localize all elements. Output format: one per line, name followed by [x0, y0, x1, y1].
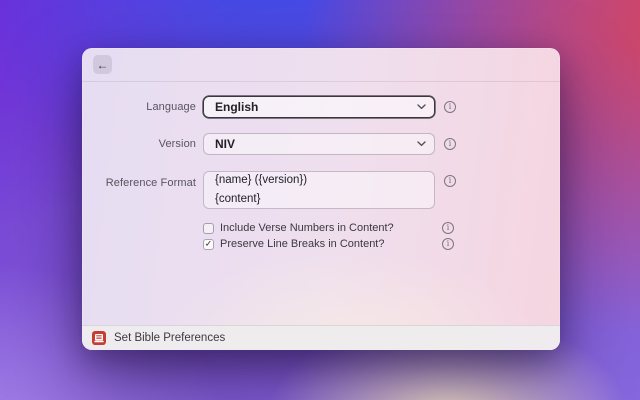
checkmark-icon: ✓: [204, 238, 213, 248]
info-icon[interactable]: i: [444, 138, 456, 150]
reference-format-label: Reference Format: [105, 177, 196, 189]
include-verse-numbers-label: Include Verse Numbers in Content?: [220, 222, 394, 234]
bible-app-icon: [92, 331, 106, 345]
form-row-reference-format: Reference Format {name} ({version}) {con…: [82, 171, 560, 209]
language-select-value: English: [215, 100, 259, 114]
info-icon[interactable]: i: [444, 101, 456, 113]
chevron-down-icon: [417, 104, 426, 110]
chevron-down-icon: [417, 141, 426, 147]
reference-format-line1: {name} ({version}): [215, 174, 308, 186]
checkbox-unchecked-icon[interactable]: [203, 222, 214, 234]
window-header: ←: [82, 48, 560, 82]
preserve-line-breaks-checkbox-row[interactable]: ✓ Preserve Line Breaks in Content?: [203, 238, 435, 250]
version-select[interactable]: NIV: [203, 133, 435, 155]
info-icon[interactable]: i: [442, 222, 454, 234]
form-row-version: Version NIV i: [82, 133, 560, 155]
version-label: Version: [158, 138, 196, 150]
preserve-line-breaks-label: Preserve Line Breaks in Content?: [220, 238, 385, 250]
reference-format-line2: {content}: [215, 193, 261, 205]
version-select-value: NIV: [215, 137, 236, 151]
language-select[interactable]: English: [203, 96, 435, 118]
action-bar: Set Bible Preferences: [82, 325, 560, 350]
command-title: Set Bible Preferences: [114, 332, 226, 344]
checkbox-checked-icon[interactable]: ✓: [203, 238, 214, 250]
include-verse-numbers-checkbox-row[interactable]: Include Verse Numbers in Content?: [203, 222, 435, 234]
form-row-include-verse-numbers: Include Verse Numbers in Content? i: [82, 222, 560, 234]
preferences-form: Language English i Version NIV i Referen…: [82, 82, 560, 325]
reference-format-textarea[interactable]: {name} ({version}) {content}: [203, 171, 435, 209]
info-icon[interactable]: i: [444, 175, 456, 187]
form-row-language: Language English i: [82, 96, 560, 118]
raycast-preferences-window: ← Language English i Version NIV i Refer…: [82, 48, 560, 350]
language-label: Language: [146, 101, 196, 113]
form-row-preserve-line-breaks: ✓ Preserve Line Breaks in Content? i: [82, 238, 560, 250]
info-icon[interactable]: i: [442, 238, 454, 250]
back-button[interactable]: ←: [93, 55, 112, 74]
back-arrow-icon: ←: [96, 57, 109, 72]
